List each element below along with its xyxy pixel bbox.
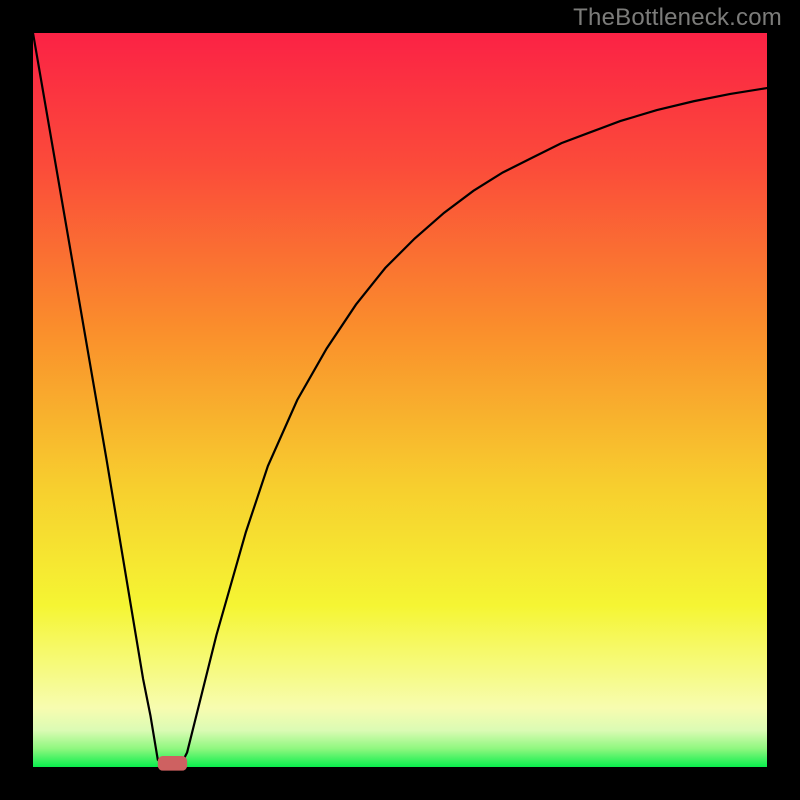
plot-background-gradient	[33, 33, 767, 767]
chart-frame: { "watermark": "TheBottleneck.com", "col…	[0, 0, 800, 800]
optimal-range-bar	[158, 756, 187, 771]
watermark-text: TheBottleneck.com	[573, 4, 782, 32]
chart-svg	[0, 0, 800, 800]
